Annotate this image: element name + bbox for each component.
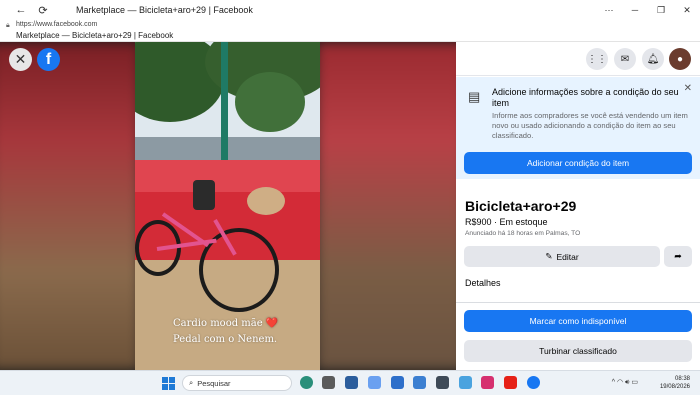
menu-grid-icon[interactable]: ⋮⋮ bbox=[586, 48, 608, 70]
boost-listing-button[interactable]: Turbinar classificado bbox=[464, 340, 692, 362]
facebook-taskbar-icon[interactable] bbox=[527, 376, 540, 389]
camera-icon[interactable] bbox=[436, 376, 449, 389]
lock-icon: 🔒︎ bbox=[6, 22, 10, 29]
store-icon: ▤ bbox=[468, 89, 481, 104]
reload-icon[interactable]: ⟳ bbox=[36, 4, 50, 17]
address-bar[interactable]: 🔒︎ https://www.facebook.com Marketplace … bbox=[0, 20, 700, 42]
windows-taskbar: ⌕ Pesquisar ^ ◠ 🔊︎ ▭ 08:38 19/08/2026 bbox=[0, 370, 700, 395]
photo-caption-line-1: Cardio mood mãe ❤️ bbox=[173, 318, 279, 329]
page-title: Marketplace — Bicicleta+aro+29 | Faceboo… bbox=[16, 31, 174, 40]
panel-divider bbox=[456, 302, 700, 303]
windows-start-icon[interactable] bbox=[162, 377, 175, 390]
back-icon[interactable]: ← bbox=[14, 4, 28, 16]
listing-title: Bicicleta+aro+29 bbox=[465, 198, 577, 214]
system-tray-icons[interactable]: ^ ◠ 🔊︎ ▭ bbox=[612, 378, 638, 387]
more-icon[interactable]: ⋯ bbox=[596, 0, 622, 20]
youtube-icon[interactable] bbox=[504, 376, 517, 389]
instagram-icon[interactable] bbox=[481, 376, 494, 389]
taskbar-clock[interactable]: 08:38 19/08/2026 bbox=[660, 375, 690, 391]
notice-text: Informe aos compradores se você está ven… bbox=[492, 111, 688, 140]
clock-date: 19/08/2026 bbox=[659, 384, 690, 390]
notice-title: Adicione informações sobre a condição do… bbox=[492, 87, 679, 108]
outlook-icon[interactable] bbox=[413, 376, 426, 389]
minimize-icon[interactable]: ─ bbox=[622, 0, 648, 20]
media-viewer: Cardio mood mãe ❤️ Pedal com o Nenem. bbox=[0, 42, 456, 370]
pencil-icon: ✎ bbox=[545, 251, 553, 261]
bike-child-seat bbox=[193, 180, 215, 210]
photo-tree bbox=[235, 72, 305, 132]
url-text[interactable]: https://www.facebook.com bbox=[16, 21, 97, 28]
listing-photo[interactable]: Cardio mood mãe ❤️ Pedal com o Nenem. bbox=[135, 42, 320, 370]
photo-wall-hole bbox=[247, 187, 285, 215]
restore-icon[interactable]: ❐ bbox=[648, 0, 674, 20]
edge-icon[interactable] bbox=[300, 376, 313, 389]
task-view-icon[interactable] bbox=[322, 376, 335, 389]
close-window-icon[interactable]: ✕ bbox=[674, 0, 700, 20]
tab-title: Marketplace — Bicicleta+aro+29 | Faceboo… bbox=[76, 5, 253, 15]
share-button[interactable]: ➦ bbox=[664, 246, 692, 267]
listing-price: R$900 · Em estoque bbox=[465, 217, 548, 227]
search-placeholder: Pesquisar bbox=[197, 378, 231, 388]
listing-meta: Anunciado há 18 horas em Palmas, TO bbox=[465, 230, 581, 237]
add-condition-button[interactable]: Adicionar condição do item bbox=[464, 152, 692, 174]
word-icon[interactable] bbox=[391, 376, 404, 389]
edit-button[interactable]: ✎ Editar bbox=[464, 246, 660, 267]
notifications-icon[interactable]: 🔔︎ bbox=[642, 48, 664, 70]
browser-titlebar: ← ⟳ Marketplace — Bicicleta+aro+29 | Fac… bbox=[0, 0, 700, 20]
messenger-icon[interactable]: ✉ bbox=[614, 48, 636, 70]
facebook-logo-icon[interactable]: f bbox=[37, 48, 60, 71]
details-heading: Detalhes bbox=[465, 278, 501, 288]
blurred-background-right bbox=[316, 42, 456, 370]
photo-caption-line-2: Pedal com o Nenem. bbox=[173, 334, 278, 345]
close-viewer-button[interactable]: ✕ bbox=[9, 48, 32, 71]
top-nav: ⋮⋮ ✉ 🔔︎ ● bbox=[456, 42, 700, 76]
search-icon: ⌕ bbox=[189, 378, 194, 387]
store-app-icon[interactable] bbox=[345, 376, 358, 389]
taskbar-search[interactable]: ⌕ Pesquisar bbox=[182, 375, 292, 391]
share-icon: ➦ bbox=[674, 251, 682, 261]
close-notice-icon[interactable]: ✕ bbox=[684, 83, 692, 94]
mark-unavailable-button[interactable]: Marcar como indisponível bbox=[464, 310, 692, 332]
profile-avatar[interactable]: ● bbox=[669, 48, 691, 70]
edit-label: Editar bbox=[556, 251, 579, 262]
copilot-icon[interactable] bbox=[368, 376, 381, 389]
clock-time: 08:38 bbox=[674, 376, 690, 382]
window-controls: ⋯ ─ ❐ ✕ bbox=[596, 0, 700, 20]
blurred-background-left bbox=[0, 42, 140, 370]
listing-panel: ⋮⋮ ✉ 🔔︎ ● ▤ Adicione informações sobre a… bbox=[456, 42, 700, 370]
photos-icon[interactable] bbox=[459, 376, 472, 389]
